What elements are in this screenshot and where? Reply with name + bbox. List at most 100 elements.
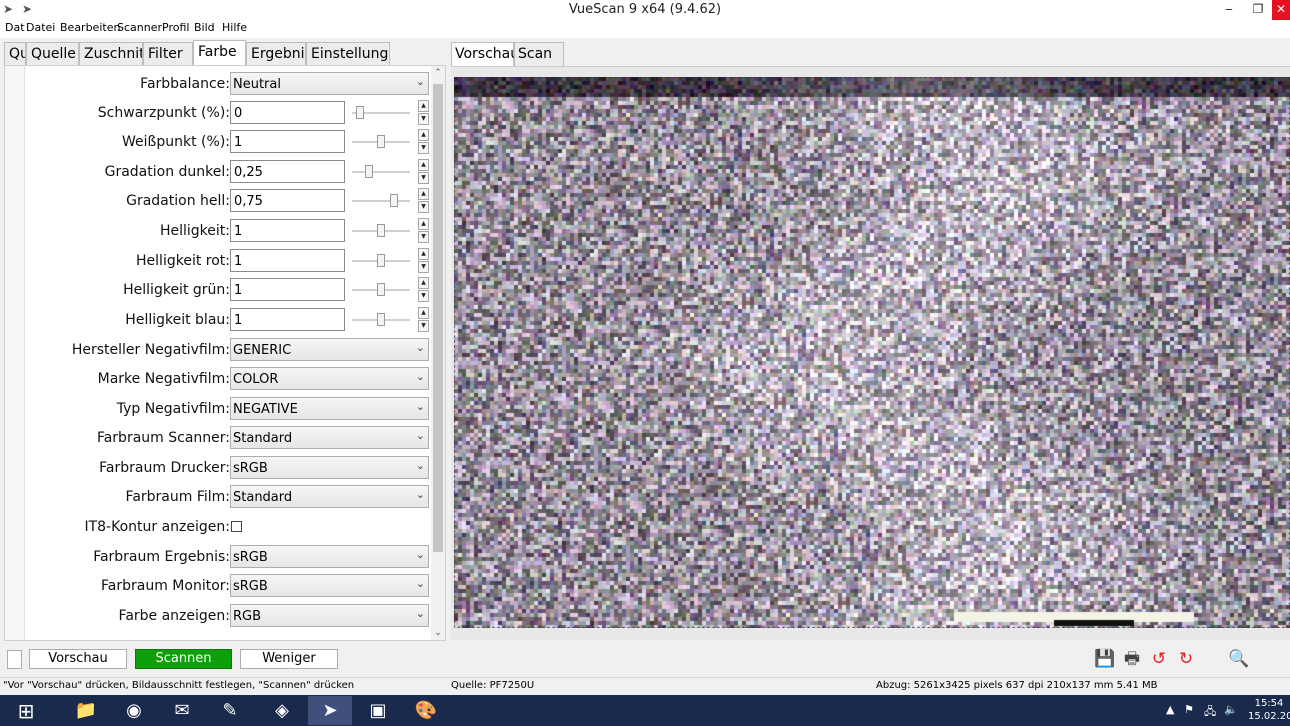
spin-down-icon[interactable]: ▼: [418, 201, 429, 213]
firefox-icon[interactable]: ◉: [112, 696, 156, 725]
menu-datei[interactable]: Datei: [26, 21, 55, 34]
outlook-icon[interactable]: ✉: [160, 696, 204, 725]
spin-down-icon[interactable]: ▼: [418, 113, 429, 125]
scroll-down-icon[interactable]: ⌄: [431, 626, 445, 640]
slider-thumb[interactable]: [377, 135, 385, 148]
farbraum-scanner-select[interactable]: Standard ⌄: [230, 426, 429, 449]
close-button[interactable]: ✕: [1272, 0, 1290, 20]
maximize-button[interactable]: ❐: [1244, 0, 1272, 20]
side-toggle-button[interactable]: [7, 650, 22, 669]
spin-down-icon[interactable]: ▼: [418, 172, 429, 184]
tab-vorschau[interactable]: Vorschau: [451, 42, 519, 66]
tab-filter[interactable]: Filter: [143, 42, 193, 66]
spin-up-icon[interactable]: ▲: [418, 129, 429, 141]
tab-zuschnitt[interactable]: Zuschnitt: [79, 42, 143, 66]
farbe-anzeigen-select[interactable]: RGB ⌄: [230, 604, 429, 627]
spin-up-icon[interactable]: ▲: [418, 100, 429, 112]
spin-down-icon[interactable]: ▼: [418, 142, 429, 154]
farbraum-film-select[interactable]: Standard ⌄: [230, 485, 429, 508]
spin-up-icon[interactable]: ▲: [418, 277, 429, 289]
slider-thumb[interactable]: [390, 194, 398, 207]
paint-icon[interactable]: 🎨: [404, 696, 448, 725]
helligkeit-rot-input[interactable]: 1: [230, 249, 345, 272]
slider-thumb[interactable]: [365, 165, 373, 178]
slider-thumb[interactable]: [377, 283, 385, 296]
helligkeit-gruen-slider[interactable]: [352, 278, 410, 301]
rotate-right-icon[interactable]: ↻: [1175, 648, 1197, 670]
clock[interactable]: 15:54 15.02.201: [1248, 697, 1290, 723]
gimp-icon[interactable]: ✎: [208, 696, 252, 725]
flag-icon[interactable]: ⚑: [1184, 703, 1194, 716]
tab-qu[interactable]: Qu: [4, 42, 26, 66]
helligkeit-gruen-input[interactable]: 1: [230, 278, 345, 301]
farbbalance-select[interactable]: Neutral ⌄: [230, 72, 429, 95]
tab-ergebnis[interactable]: Ergebnis: [246, 42, 306, 66]
tab-quelle[interactable]: Quelle: [26, 42, 79, 66]
weisspunkt-input[interactable]: 1: [230, 130, 345, 153]
slider-thumb[interactable]: [377, 224, 385, 237]
tab-scan[interactable]: Scan: [514, 42, 564, 66]
menu-profil[interactable]: Profil: [162, 21, 189, 34]
menu-scanner[interactable]: Scanner: [117, 21, 162, 34]
gradation-hell-slider[interactable]: [352, 189, 410, 212]
vuescan-icon[interactable]: ➤: [308, 696, 352, 725]
spin-up-icon[interactable]: ▲: [418, 188, 429, 200]
spin-up-icon[interactable]: ▲: [418, 159, 429, 171]
helligkeit-blau-input[interactable]: 1: [230, 308, 345, 331]
volume-icon[interactable]: 🔈: [1224, 703, 1238, 716]
tab-farbe[interactable]: Farbe: [193, 40, 246, 67]
menu-bild[interactable]: Bild: [194, 21, 215, 34]
spin-up-icon[interactable]: ▲: [418, 307, 429, 319]
windows-start-icon[interactable]: ⊞: [4, 699, 48, 723]
schwarzpunkt-input[interactable]: 0: [230, 101, 345, 124]
save-icon[interactable]: 💾: [1094, 648, 1116, 670]
zoom-icon[interactable]: 🔍: [1228, 648, 1250, 670]
marke-negativfilm-select[interactable]: COLOR ⌄: [230, 367, 429, 390]
farbraum-monitor-select[interactable]: sRGB ⌄: [230, 574, 429, 597]
tab-einstellungen[interactable]: Einstellungen: [306, 42, 390, 66]
spin-up-icon[interactable]: ▲: [418, 218, 429, 230]
spin-down-icon[interactable]: ▼: [418, 320, 429, 332]
network-icon[interactable]: 🖧: [1204, 703, 1216, 722]
slider-thumb[interactable]: [377, 254, 385, 267]
helligkeit-input[interactable]: 1: [230, 219, 345, 242]
slider-thumb[interactable]: [377, 313, 385, 326]
spin-up-icon[interactable]: ▲: [418, 248, 429, 260]
scan-button[interactable]: Scannen: [135, 649, 232, 669]
settings-scrollbar[interactable]: ⌃ ⌄: [431, 66, 445, 640]
farbraum-ergebnis-select[interactable]: sRGB ⌄: [230, 545, 429, 568]
helligkeit-rot-slider[interactable]: [352, 249, 410, 272]
menu-dat[interactable]: Dat: [5, 21, 25, 34]
rotate-left-icon[interactable]: ↺: [1148, 648, 1170, 670]
spin-down-icon[interactable]: ▼: [418, 290, 429, 302]
spin-down-icon[interactable]: ▼: [418, 231, 429, 243]
tray-chevron-up-icon[interactable]: ▲: [1166, 703, 1174, 716]
spin-down-icon[interactable]: ▼: [418, 261, 429, 273]
explorer-icon[interactable]: 📁: [64, 696, 108, 725]
gradation-hell-input[interactable]: 0,75: [230, 189, 345, 212]
helligkeit-slider[interactable]: [352, 219, 410, 242]
hersteller-negativfilm-select[interactable]: GENERIC ⌄: [230, 338, 429, 361]
preview-tabs: Vorschau Scan: [451, 42, 1290, 66]
scroll-up-icon[interactable]: ⌃: [431, 66, 445, 80]
preview-image[interactable]: [454, 77, 1290, 628]
print-icon[interactable]: 🖶: [1121, 648, 1143, 670]
weisspunkt-slider[interactable]: [352, 130, 410, 153]
preview-button[interactable]: Vorschau: [29, 649, 127, 669]
minimize-button[interactable]: ‒: [1214, 0, 1244, 20]
app-icon[interactable]: ◈: [260, 696, 304, 725]
farbbalance-label: Farbbalance:: [140, 76, 230, 92]
less-button[interactable]: Weniger: [240, 649, 338, 669]
photo-icon[interactable]: ▣: [356, 696, 400, 725]
typ-negativfilm-select[interactable]: NEGATIVE ⌄: [230, 397, 429, 420]
schwarzpunkt-slider[interactable]: [352, 101, 410, 124]
menu-hilfe[interactable]: Hilfe: [222, 21, 247, 34]
gradation-dunkel-input[interactable]: 0,25: [230, 160, 345, 183]
gradation-dunkel-slider[interactable]: [352, 160, 410, 183]
helligkeit-blau-slider[interactable]: [352, 308, 410, 331]
slider-thumb[interactable]: [356, 106, 364, 119]
farbraum-drucker-select[interactable]: sRGB ⌄: [230, 456, 429, 479]
menu-bearbeiten[interactable]: Bearbeiten: [60, 21, 120, 34]
it8-kontur-checkbox[interactable]: [231, 521, 242, 532]
scrollbar-thumb[interactable]: [433, 84, 443, 552]
